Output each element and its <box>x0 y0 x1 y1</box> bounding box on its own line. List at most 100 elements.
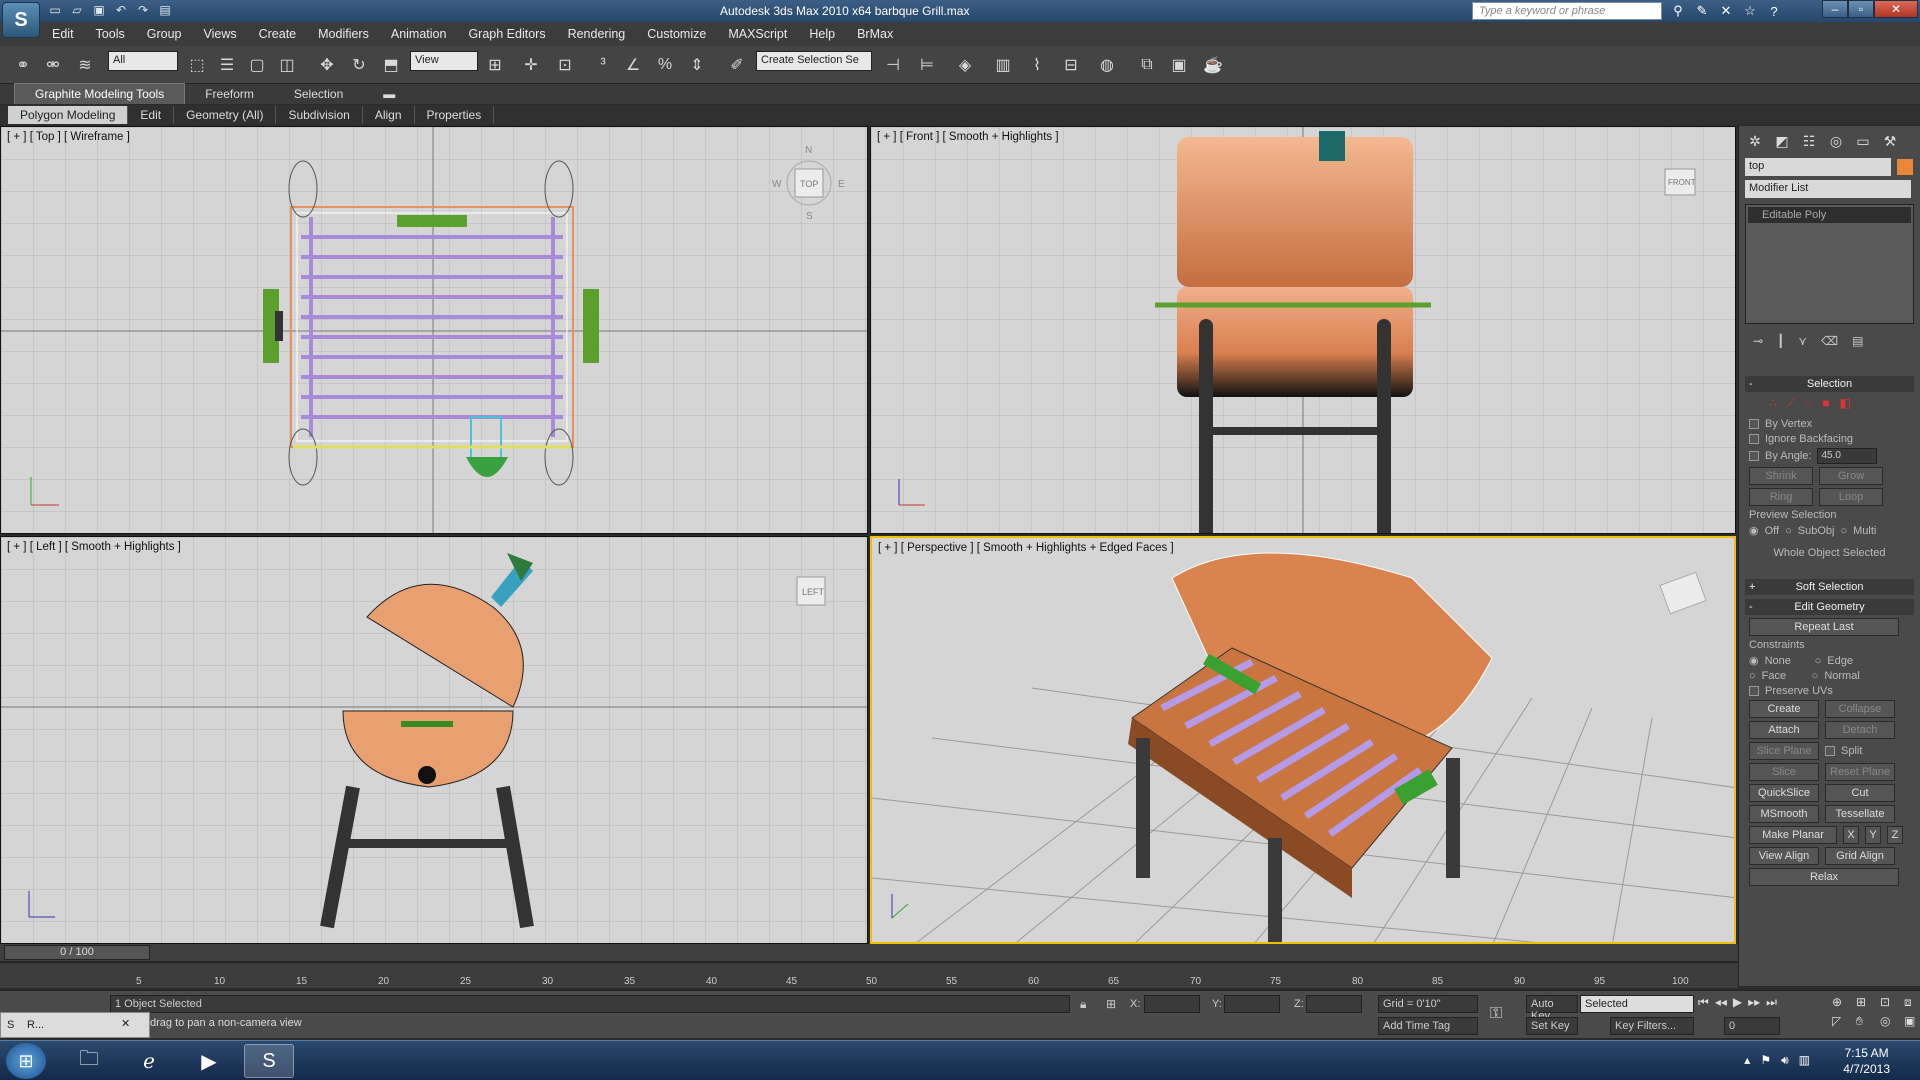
save-icon[interactable]: ▣ <box>90 2 108 18</box>
detach-button[interactable]: Detach <box>1825 721 1895 739</box>
viewport-label[interactable]: [ + ] [ Perspective ] [ Smooth + Highlig… <box>878 542 1174 554</box>
align-icon[interactable]: ⊨ <box>914 52 940 78</box>
configure-sets-icon[interactable]: ▤ <box>1852 334 1863 348</box>
rendered-frame-icon[interactable]: ▣ <box>1166 52 1192 78</box>
menu-graph-editors[interactable]: Graph Editors <box>468 27 545 41</box>
selection-filter-select[interactable]: All <box>108 51 178 71</box>
vertex-icon[interactable]: ∴ <box>1769 396 1777 411</box>
subtab-subdivision[interactable]: Subdivision <box>276 106 363 124</box>
set-key-button[interactable]: Set Key <box>1526 1017 1578 1035</box>
app-logo-icon[interactable]: S <box>2 2 40 38</box>
key-mode-select[interactable]: Selected <box>1580 995 1694 1013</box>
field-of-view-icon[interactable]: ◸ <box>1832 1014 1852 1029</box>
absolute-mode-icon[interactable]: ⊞ <box>1106 997 1116 1011</box>
set-key-icon[interactable]: ⚿ <box>1490 1005 1502 1023</box>
menu-maxscript[interactable]: MAXScript <box>728 27 787 41</box>
menu-help[interactable]: Help <box>809 27 835 41</box>
planar-z-button[interactable]: Z <box>1887 826 1903 844</box>
cut-button[interactable]: Cut <box>1825 784 1895 802</box>
rollout-soft-selection[interactable]: + Soft Selection <box>1745 579 1914 595</box>
utilities-tab-icon[interactable]: ⚒ <box>1878 130 1902 152</box>
angle-snap-icon[interactable]: ∠ <box>620 52 646 78</box>
internet-explorer-icon[interactable]: ℯ <box>124 1044 174 1078</box>
tab-freeform[interactable]: Freeform <box>185 84 274 104</box>
add-time-tag-button[interactable]: Add Time Tag <box>1378 1017 1478 1035</box>
subtab-geometry-all[interactable]: Geometry (All) <box>174 106 277 124</box>
help-icon[interactable]: ? <box>1764 2 1784 20</box>
grid-align-button[interactable]: Grid Align <box>1825 847 1895 865</box>
tray-volume-icon[interactable]: 🔊︎ <box>1781 1053 1789 1068</box>
track-bar[interactable]: 5 10 15 20 25 30 35 40 45 50 55 60 65 70… <box>0 962 1738 988</box>
material-editor-icon[interactable]: ◍ <box>1094 52 1120 78</box>
slice-button[interactable]: Slice <box>1749 763 1819 781</box>
move-icon[interactable]: ✥ <box>314 52 340 78</box>
modify-tab-icon[interactable]: ◩ <box>1770 130 1794 152</box>
planar-y-button[interactable]: Y <box>1865 826 1881 844</box>
quickslice-button[interactable]: QuickSlice <box>1749 784 1819 802</box>
zoom-extents-all-icon[interactable]: ⧈ <box>1904 995 1920 1010</box>
mirror-icon[interactable]: ⊣ <box>880 52 906 78</box>
constraint-edge-radio[interactable]: ○ <box>1815 655 1822 667</box>
zoom-icon[interactable]: ⊕ <box>1832 995 1852 1010</box>
reference-coordinate-select[interactable]: View <box>410 51 478 71</box>
menu-views[interactable]: Views <box>203 27 236 41</box>
ring-button[interactable]: Ring <box>1749 488 1813 506</box>
play-icon[interactable]: ▶ <box>1733 995 1742 1010</box>
auto-key-button[interactable]: Auto Key <box>1526 995 1578 1022</box>
subtab-edit[interactable]: Edit <box>128 106 175 124</box>
menu-group[interactable]: Group <box>147 27 182 41</box>
zoom-all-icon[interactable]: ⊞ <box>1856 995 1876 1010</box>
snaps-toggle-icon[interactable]: ³ <box>590 52 616 78</box>
viewport-label[interactable]: [ + ] [ Front ] [ Smooth + Highlights ] <box>877 131 1059 143</box>
border-icon[interactable]: ◌ <box>1805 396 1812 411</box>
next-frame-icon[interactable]: ▸▸ <box>1748 995 1760 1010</box>
msmooth-button[interactable]: MSmooth <box>1749 805 1819 823</box>
orbit-icon[interactable]: ◎ <box>1880 1014 1900 1029</box>
maximize-viewport-icon[interactable]: ▣ <box>1904 1014 1920 1029</box>
new-file-icon[interactable]: ▭ <box>46 2 64 18</box>
select-object-icon[interactable]: ⬚ <box>184 52 210 78</box>
planar-x-button[interactable]: X <box>1843 826 1859 844</box>
undo-icon[interactable]: ↶ <box>112 2 130 18</box>
ignore-backfacing-checkbox[interactable] <box>1749 434 1759 444</box>
modifier-list-select[interactable]: Modifier List <box>1745 180 1911 198</box>
rollout-edit-geometry[interactable]: - Edit Geometry <box>1745 599 1914 615</box>
menu-modifiers[interactable]: Modifiers <box>318 27 369 41</box>
select-by-name-icon[interactable]: ☰ <box>214 52 240 78</box>
close-button[interactable]: ✕ <box>1874 0 1918 18</box>
constraint-face-radio[interactable]: ○ <box>1749 670 1756 682</box>
rectangular-selection-icon[interactable]: ▢ <box>244 52 270 78</box>
hierarchy-tab-icon[interactable]: ☷ <box>1797 130 1821 152</box>
redo-icon[interactable]: ↷ <box>134 2 152 18</box>
maxscript-listener-mini[interactable]: S R... ✕ <box>0 1012 150 1038</box>
by-vertex-checkbox[interactable] <box>1749 419 1759 429</box>
render-teapot-icon[interactable]: ☕ <box>1200 52 1226 78</box>
time-slider[interactable]: 0 / 100 <box>4 945 150 960</box>
subscription-icon[interactable]: ✎ <box>1692 2 1712 20</box>
lock-icon[interactable]: 🔒︎ <box>1080 997 1086 1012</box>
open-file-icon[interactable]: ▱ <box>68 2 86 18</box>
pivot-center-icon[interactable]: ⊞ <box>482 52 508 78</box>
tessellate-button[interactable]: Tessellate <box>1825 805 1895 823</box>
zoom-extents-icon[interactable]: ⊡ <box>1880 995 1900 1010</box>
layer-manager-icon[interactable]: ◈ <box>952 52 978 78</box>
menu-customize[interactable]: Customize <box>647 27 706 41</box>
start-button[interactable]: ⊞ <box>6 1043 46 1079</box>
create-button[interactable]: Create <box>1749 700 1819 718</box>
relax-button[interactable]: Relax <box>1749 868 1899 886</box>
object-color-swatch[interactable] <box>1897 159 1913 175</box>
schematic-view-icon[interactable]: ⊟ <box>1058 52 1084 78</box>
stack-item-editable-poly[interactable]: Editable Poly <box>1748 207 1911 223</box>
slice-plane-button[interactable]: Slice Plane <box>1749 742 1819 760</box>
repeat-last-button[interactable]: Repeat Last <box>1749 618 1899 636</box>
pan-icon[interactable]: ✋︎ <box>1856 1014 1876 1029</box>
attach-button[interactable]: Attach <box>1749 721 1819 739</box>
search-input[interactable]: Type a keyword or phrase <box>1472 2 1662 20</box>
favorites-star-icon[interactable]: ☆ <box>1740 2 1760 20</box>
menu-create[interactable]: Create <box>259 27 297 41</box>
key-filters-button[interactable]: Key Filters... <box>1610 1017 1694 1035</box>
link-icon[interactable]: ⚭ <box>10 52 36 78</box>
menu-animation[interactable]: Animation <box>391 27 447 41</box>
named-selection-select[interactable]: Create Selection Se <box>756 51 872 71</box>
preview-multi-radio[interactable]: ○ <box>1840 525 1847 537</box>
